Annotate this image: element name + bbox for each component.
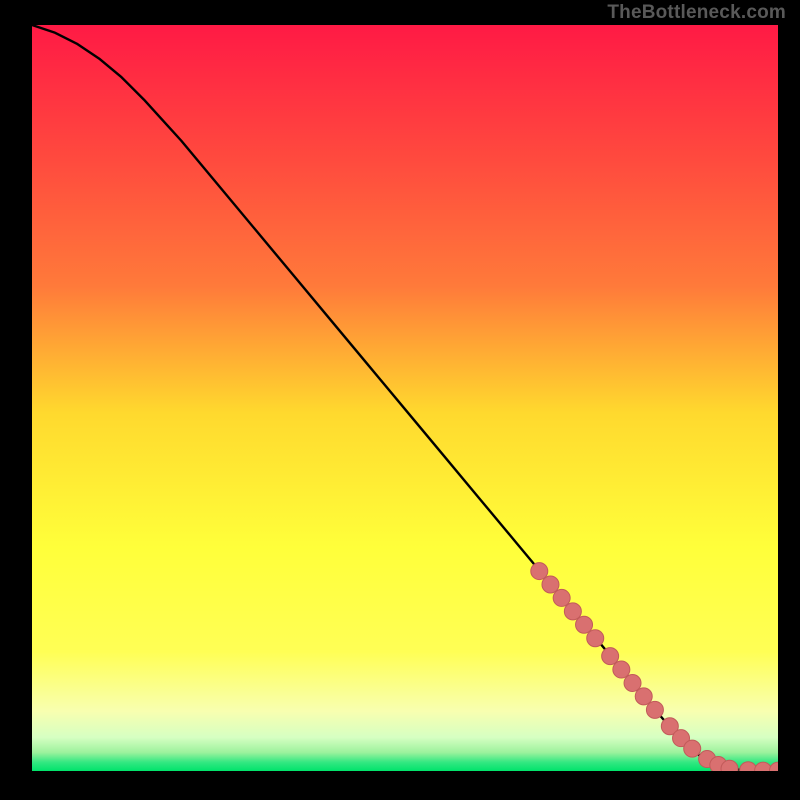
chart-svg	[32, 25, 778, 771]
data-marker	[646, 701, 663, 718]
gradient-background	[32, 25, 778, 771]
data-marker	[602, 648, 619, 665]
data-marker	[553, 589, 570, 606]
data-marker	[542, 576, 559, 593]
chart-plot-area	[32, 25, 778, 771]
data-marker	[531, 563, 548, 580]
data-marker	[635, 688, 652, 705]
data-marker	[684, 740, 701, 757]
chart-frame: TheBottleneck.com	[0, 0, 800, 800]
data-marker	[576, 616, 593, 633]
data-marker	[624, 674, 641, 691]
data-marker	[564, 603, 581, 620]
watermark-text: TheBottleneck.com	[607, 2, 786, 24]
data-marker	[613, 661, 630, 678]
data-marker	[587, 630, 604, 647]
